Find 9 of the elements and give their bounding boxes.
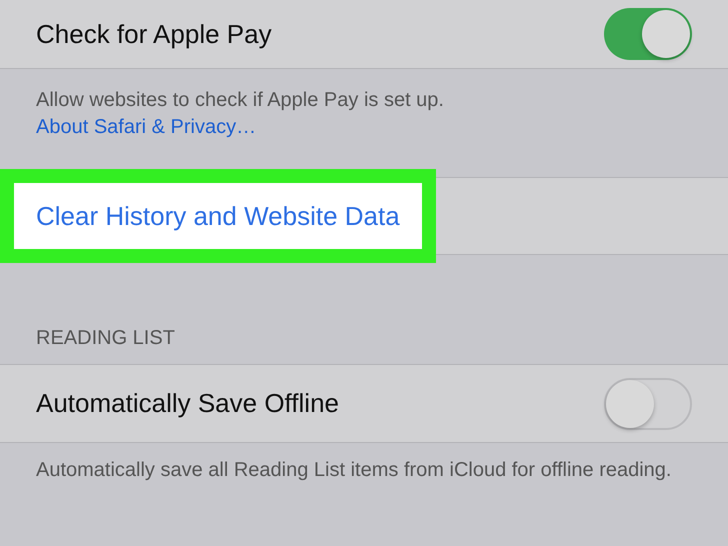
- toggle-switch[interactable]: [604, 378, 692, 430]
- section-header: READING LIST: [35, 326, 176, 351]
- footer-text: Automatically save all Reading List items from iCloud for offline reading.: [35, 458, 672, 483]
- privacy-link[interactable]: About Safari & Privacy…: [36, 114, 692, 141]
- footer-text: Allow websites to check if Apple Pay is set up.: [36, 89, 444, 111]
- clear-history-button[interactable]: Clear History and Website Data: [0, 169, 436, 263]
- setting-label: Check for Apple Pay: [36, 18, 272, 50]
- toggle-switch[interactable]: [604, 8, 692, 60]
- setting-label: Automatically Save Offline: [36, 388, 339, 419]
